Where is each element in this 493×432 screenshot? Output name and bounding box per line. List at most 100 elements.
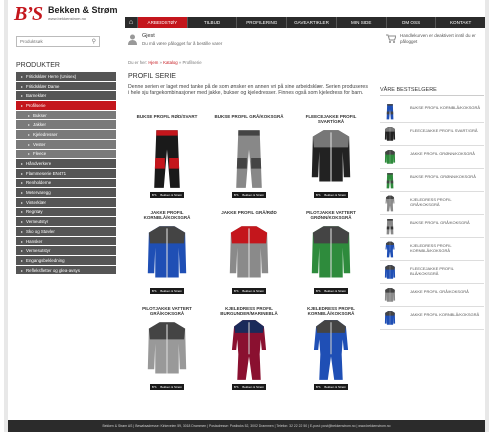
bestseller-item[interactable]: KJELEDRESS PROFIL KORNBLÅ/KOKSGRÅ xyxy=(380,238,484,261)
nav-item-om-oss[interactable]: OM OSS xyxy=(385,17,436,28)
bestseller-name[interactable]: KJELEDRESS PROFIL GRÅ/KOKSGRÅ xyxy=(410,197,482,207)
sidebar-item-label: Jakker xyxy=(33,122,46,128)
search-icon[interactable]: ⚲ xyxy=(92,38,96,45)
sidebar-item-label: Fleece xyxy=(33,151,47,157)
bestseller-item[interactable]: JAKKE PROFIL GRØNN/KOKSGRÅ xyxy=(380,146,484,169)
sidebar-item[interactable]: ▸ Verneutstyr xyxy=(16,217,116,226)
sidebar-item[interactable]: ▸ Fritidsklær Dame xyxy=(16,81,116,91)
product-card[interactable]: FLEECEJAKKE PROFIL SVART/GRÅ B’S Bekken &… xyxy=(292,114,370,210)
product-card[interactable]: PILOTJAKKE VATTERT GRØNN/KOKSGRÅ B’S Bekk… xyxy=(292,210,370,306)
bestseller-name[interactable]: FLEECEJAKKE PROFIL BLÅ/KOKSGRÅ xyxy=(410,266,482,276)
sidebar-item[interactable]: ▸ Jakker xyxy=(16,120,116,130)
product-card[interactable]: PILOTJAKKE VATTERT GRÅ/KOKSGRÅ B’S Bekken… xyxy=(128,306,206,402)
product-name[interactable]: KJELEDRESS PROFIL KORNBLÅ/KOKSGRÅ xyxy=(292,306,370,316)
sidebar-item[interactable]: ▸ Kjeledresser xyxy=(16,130,116,139)
sidebar-item[interactable]: ▸ Engangsbekledning xyxy=(16,256,116,265)
bestseller-name[interactable]: JAKKE PROFIL GRØNN/KOKSGRÅ xyxy=(410,151,482,156)
sidebar-item-label: Flammeserie EN471 xyxy=(26,170,67,176)
sidebar-item[interactable]: ▸ Fritidsklær Herre (Unisex) xyxy=(16,72,116,81)
brand-mark-icon: B’S xyxy=(315,385,321,389)
sidebar-item-label: Engangsbekledning xyxy=(26,257,65,263)
sidebar-item[interactable]: ▸ Vinterklær xyxy=(16,197,116,207)
product-name[interactable]: BUKSE PROFIL GRÅ/KOKSGRÅ xyxy=(210,114,288,119)
bestseller-item[interactable]: JAKKE PROFIL GRÅ/KOKSGRÅ xyxy=(380,284,484,307)
bestseller-name[interactable]: BUKSE PROFIL KORNBLÅ/KOKSGRÅ xyxy=(410,105,482,110)
sidebar-item-label: Profilserie xyxy=(26,102,46,108)
bestseller-name[interactable]: BUKSE PROFIL GRÅ/KOKSGRÅ xyxy=(410,220,482,225)
product-name[interactable]: PILOTJAKKE VATTERT GRÅ/KOKSGRÅ xyxy=(128,306,206,316)
bestseller-item[interactable]: FLEECEJAKKE PROFIL SVART/GRÅ xyxy=(380,123,484,146)
product-card[interactable]: KJELEDRESS PROFIL KORNBLÅ/KOKSGRÅ B’S Bek… xyxy=(292,306,370,402)
sidebar-item[interactable]: ▸ Flammeserie EN471 xyxy=(16,168,116,178)
product-brand-label: Bekken & Strøm xyxy=(160,193,183,197)
sidebar-item[interactable]: ▸ Hansker xyxy=(16,236,116,246)
site-logo[interactable]: B’S Bekken & Strøm www.bekkenstrom.no xyxy=(14,3,124,25)
bestseller-item[interactable]: BUKSE PROFIL GRÅ/KOKSGRÅ xyxy=(380,215,484,238)
sidebar-item[interactable]: ▸ Sko og Støvler xyxy=(16,227,116,236)
cart-icon xyxy=(386,34,396,43)
brand-mark-icon: B’S xyxy=(151,289,157,293)
breadcrumb-home[interactable]: Hjem xyxy=(148,60,158,65)
bestseller-image xyxy=(386,219,394,235)
bestseller-item[interactable]: BUKSE PROFIL KORNBLÅ/KOKSGRÅ xyxy=(380,100,484,123)
bestseller-name[interactable]: FLEECEJAKKE PROFIL SVART/GRÅ xyxy=(410,128,482,133)
product-card[interactable]: KJELEDRESS PROFIL BURGUNDER/MARINEBLÅ B’… xyxy=(210,306,288,402)
product-name[interactable]: KJELEDRESS PROFIL BURGUNDER/MARINEBLÅ xyxy=(210,306,288,316)
nav-item-profilering[interactable]: PROFILERING xyxy=(236,17,286,28)
bestseller-name[interactable]: KJELEDRESS PROFIL KORNBLÅ/KOKSGRÅ xyxy=(410,243,482,253)
product-name[interactable]: FLEECEJAKKE PROFIL SVART/GRÅ xyxy=(292,114,370,124)
sidebar-item-label: Vinterklær xyxy=(26,199,46,205)
sidebar-item[interactable]: ▸ Håndverkere xyxy=(16,159,116,168)
sidebar-item-label: Verneutstyr xyxy=(26,219,49,225)
chevron-right-icon: ▸ xyxy=(21,228,24,234)
sidebar-item[interactable]: ▸ Refleksfletter og glea-avsys xyxy=(16,265,116,275)
chevron-right-icon: ▸ xyxy=(21,267,24,273)
bestseller-name[interactable]: BUKSE PROFIL GRØNN/KOKSGRÅ xyxy=(410,174,482,179)
bestseller-image xyxy=(385,195,395,212)
sidebar-item[interactable]: ▸ Profilserie xyxy=(16,101,116,110)
sidebar-item-label: Barneklær xyxy=(26,93,47,99)
chevron-right-icon: ▸ xyxy=(21,93,24,99)
sidebar-item[interactable]: ▸ Vester xyxy=(16,139,116,149)
sidebar-item[interactable]: ▸ Barneklær xyxy=(16,91,116,101)
breadcrumb-prefix: Du er her: xyxy=(128,60,148,65)
product-name[interactable]: BUKSE PROFIL RØD/SVART xyxy=(128,114,206,119)
sidebar-item[interactable]: ▸ Bukser xyxy=(16,110,116,120)
bestseller-item[interactable]: JAKKE PROFIL KORNBLÅ/KOKSGRÅ xyxy=(380,307,484,330)
bestseller-name[interactable]: JAKKE PROFIL GRÅ/KOKSGRÅ xyxy=(410,289,482,294)
sidebar-menu: ▸ Fritidsklær Herre (Unisex) ▸ Fritidsklær … xyxy=(16,72,116,275)
sidebar-item[interactable]: ▸ Regntøy xyxy=(16,207,116,217)
brand-mark-icon: B’S xyxy=(315,193,321,197)
sidebar-item[interactable]: ▸ Fleece xyxy=(16,149,116,159)
product-card[interactable]: BUKSE PROFIL RØD/SVART B’S Bekken & Strøm xyxy=(128,114,206,210)
product-card[interactable]: JAKKE PROFIL KORNBLÅ/KOKSGRÅ B’S Bekken &… xyxy=(128,210,206,306)
bestseller-item[interactable]: KJELEDRESS PROFIL GRÅ/KOKSGRÅ xyxy=(380,192,484,215)
nav-item-arbeidstoy[interactable]: ARBEIDSTØY xyxy=(137,17,187,28)
nav-item-gaveartikler[interactable]: GAVEARTIKLER xyxy=(286,17,336,28)
breadcrumb-catalog[interactable]: Katalog xyxy=(163,60,178,65)
nav-item-min-side[interactable]: MIN SIDE xyxy=(335,17,386,28)
nav-item-tilbud[interactable]: TILBUD xyxy=(186,17,237,28)
bestseller-item[interactable]: FLEECEJAKKE PROFIL BLÅ/KOKSGRÅ xyxy=(380,261,484,284)
home-icon[interactable]: ⌂ xyxy=(125,17,137,28)
product-card[interactable]: BUKSE PROFIL GRÅ/KOKSGRÅ B’S Bekken & Str… xyxy=(210,114,288,210)
search-input[interactable] xyxy=(17,37,85,46)
product-name[interactable]: JAKKE PROFIL KORNBLÅ/KOKSGRÅ xyxy=(128,210,206,220)
product-name[interactable]: PILOTJAKKE VATTERT GRØNN/KOKSGRÅ xyxy=(292,210,370,220)
sidebar-item-label: Håndverkere xyxy=(26,161,52,167)
sidebar-item[interactable]: ▸ Renholderne xyxy=(16,178,116,188)
nav-item-kontakt[interactable]: KONTAKT xyxy=(435,17,485,28)
search-box: ⚲ xyxy=(16,36,100,47)
product-name[interactable]: JAKKE PROFIL GRÅ/RØD xyxy=(210,210,288,215)
chevron-right-icon: ▸ xyxy=(21,219,24,225)
chevron-right-icon: ▸ xyxy=(21,73,24,79)
bestseller-item[interactable]: BUKSE PROFIL GRØNN/KOKSGRÅ xyxy=(380,169,484,192)
product-card[interactable]: JAKKE PROFIL GRÅ/RØD B’S Bekken & Strøm xyxy=(210,210,288,306)
sidebar-item[interactable]: ▸ Vernesutstyr xyxy=(16,246,116,256)
chevron-right-icon: ▸ xyxy=(28,112,31,118)
bestseller-image xyxy=(384,311,396,325)
sidebar-item-label: Metervaregg xyxy=(26,190,51,196)
bestseller-name[interactable]: JAKKE PROFIL KORNBLÅ/KOKSGRÅ xyxy=(410,312,482,317)
sidebar-item[interactable]: ▸ Metervaregg xyxy=(16,188,116,197)
product-brand-label: Bekken & Strøm xyxy=(324,385,347,389)
